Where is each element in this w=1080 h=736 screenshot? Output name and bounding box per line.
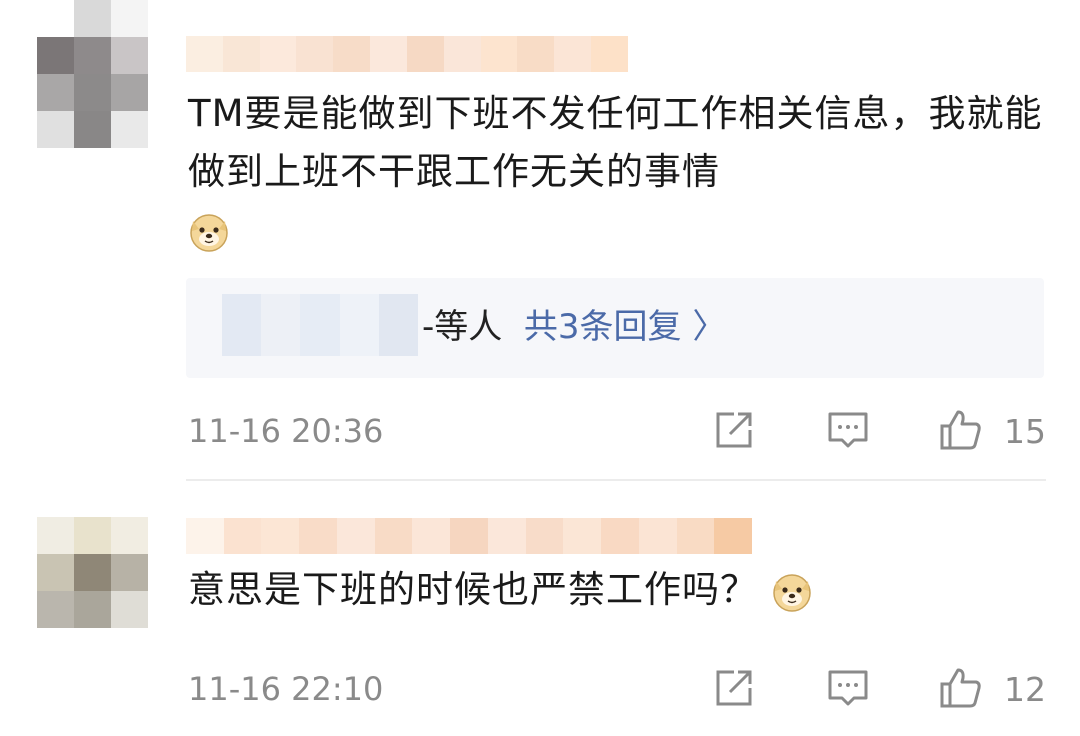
- view-replies-link[interactable]: 共3条回复 〉: [524, 307, 726, 347]
- comment-text: TM要是能做到下班不发任何工作相关信息，我就能做到上班不干跟工作无关的事情: [188, 85, 1068, 259]
- comment-text: 意思是下班的时候也严禁工作吗？: [188, 561, 1068, 619]
- reply-preview[interactable]: -等人 共3条回复 〉: [186, 278, 1044, 378]
- avatar-bottom: [37, 111, 148, 148]
- share-icon[interactable]: [712, 408, 756, 452]
- like-count: 12: [1004, 670, 1046, 709]
- timestamp: 11-16 22:10: [188, 670, 384, 708]
- comment-icon[interactable]: [826, 408, 870, 452]
- thumbs-up-icon[interactable]: [938, 408, 982, 452]
- username-blurred[interactable]: [186, 36, 628, 72]
- comment-meta: 11-16 20:36 15: [0, 408, 1080, 456]
- comment-icon[interactable]: [826, 666, 870, 710]
- doge-emoji: [190, 213, 228, 252]
- timestamp: 11-16 20:36: [188, 412, 384, 450]
- share-icon[interactable]: [712, 666, 756, 710]
- reply-suffix: -等人: [422, 307, 503, 347]
- thumbs-up-icon[interactable]: [938, 666, 982, 710]
- comment-item: TM要是能做到下班不发任何工作相关信息，我就能做到上班不干跟工作无关的事情 -等…: [0, 0, 1080, 481]
- avatar[interactable]: [37, 517, 148, 628]
- reply-summary[interactable]: -等人 共3条回复 〉: [422, 304, 726, 350]
- reply-users-blurred: [222, 294, 419, 356]
- avatar[interactable]: [37, 0, 148, 111]
- like-count: 15: [1004, 412, 1046, 451]
- username-blurred[interactable]: [186, 518, 753, 554]
- doge-emoji: [773, 573, 811, 612]
- comment-meta: 11-16 22:10 12: [0, 666, 1080, 714]
- comment-item: 意思是下班的时候也严禁工作吗？ 11-16 22:10 12: [0, 480, 1080, 736]
